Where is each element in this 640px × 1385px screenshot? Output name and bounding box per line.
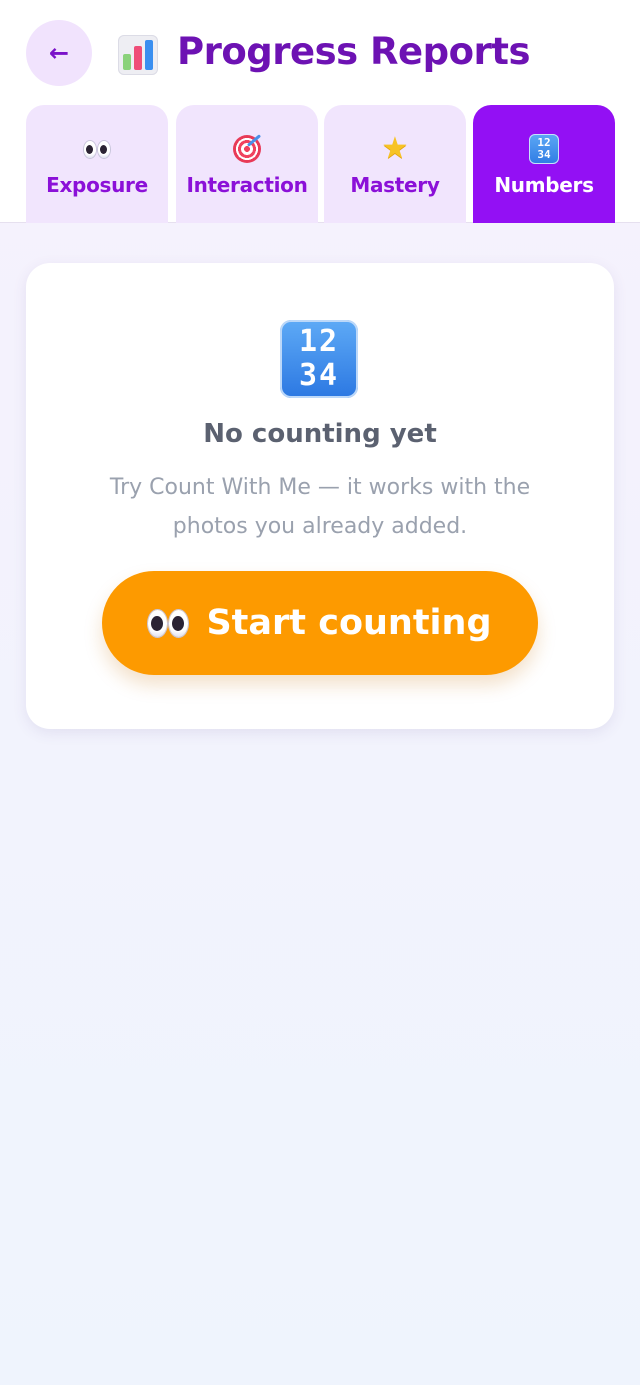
start-counting-button[interactable]: Start counting <box>102 571 538 675</box>
empty-state-card: 12 34 No counting yet Try Count With Me —… <box>26 263 614 729</box>
tab-mastery[interactable]: ★ Mastery <box>324 105 466 223</box>
back-button[interactable]: ← <box>26 20 92 86</box>
tab-exposure[interactable]: Exposure <box>26 105 168 223</box>
eyes-icon <box>84 140 110 158</box>
numbers-icon: 12 34 <box>280 320 358 398</box>
tab-numbers[interactable]: 12 34 Numbers <box>473 105 615 223</box>
app-header: ← Progress Reports Exposure Interaction … <box>0 0 640 223</box>
tab-label: Exposure <box>46 173 148 197</box>
target-icon <box>233 135 261 163</box>
eyes-icon <box>148 609 189 637</box>
back-arrow-icon: ← <box>48 39 70 67</box>
star-icon: ★ <box>381 131 409 166</box>
page-title: Progress Reports <box>177 30 531 73</box>
report-tabs: Exposure Interaction ★ Mastery 12 34 Numb… <box>26 105 615 223</box>
empty-state-title: No counting yet <box>203 419 437 449</box>
start-counting-label: Start counting <box>206 603 492 643</box>
empty-state-description: Try Count With Me — it works with the ph… <box>109 475 531 539</box>
tab-label: Numbers <box>494 173 594 197</box>
tab-interaction[interactable]: Interaction <box>176 105 318 223</box>
tab-label: Mastery <box>350 173 440 197</box>
numbers-icon: 12 34 <box>529 134 559 164</box>
tab-label: Interaction <box>186 173 308 197</box>
bar-chart-icon <box>118 35 158 75</box>
